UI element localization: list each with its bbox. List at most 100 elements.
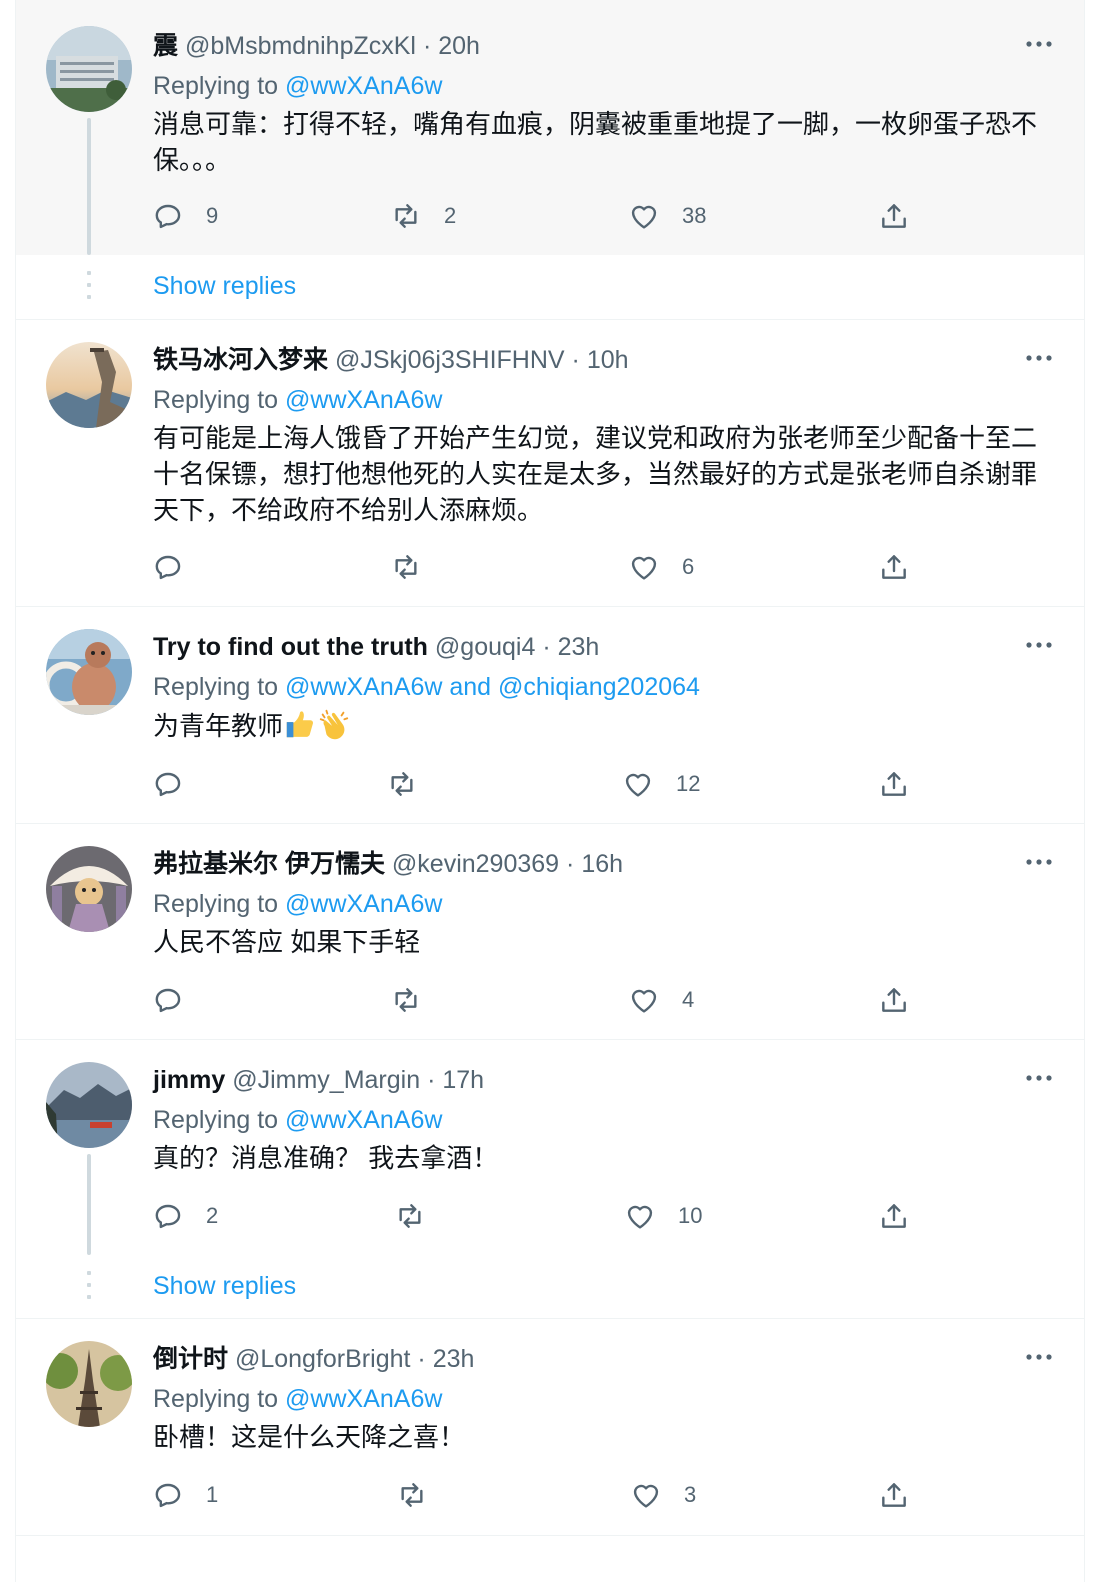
retweet-button[interactable]: 2 — [390, 200, 456, 232]
share-button[interactable] — [878, 200, 910, 232]
separator-dot: · — [571, 346, 580, 374]
tweet-text: 有可能是上海人饿昏了开始产生幻觉，建议党和政府为张老师至少配备十至二十名保镖，想… — [153, 423, 1038, 525]
share-button[interactable] — [878, 768, 910, 800]
more-icon[interactable] — [1024, 635, 1054, 655]
tweet-text: 人民不答应 如果下手轻 — [153, 927, 421, 957]
replying-prefix: Replying to — [153, 1106, 286, 1134]
reply-icon — [155, 772, 181, 797]
reply-feed: 震 @bMsbmdnihpZcxKl · 20h Replying to @ww… — [15, 0, 1085, 1582]
retweet-button[interactable] — [390, 984, 444, 1016]
retweet-button[interactable] — [386, 768, 440, 800]
reply-count: 2 — [206, 1203, 219, 1228]
timestamp[interactable]: 17h — [442, 1066, 484, 1094]
like-count: 38 — [682, 203, 707, 228]
share-button[interactable] — [878, 1200, 910, 1232]
like-button[interactable]: 6 — [628, 551, 694, 583]
retweet-icon — [395, 988, 417, 1012]
timestamp[interactable]: 10h — [587, 346, 629, 374]
avatar[interactable] — [46, 1062, 132, 1148]
show-replies-row[interactable]: Show replies — [16, 255, 1084, 320]
tweet-text: 为青年教师 — [153, 707, 1053, 744]
display-name[interactable]: Try to find out the truth — [153, 633, 428, 661]
replying-to: Replying to @wwXAnA6w — [153, 1104, 442, 1136]
replying-to: Replying to @wwXAnA6w and @chiqiang20206… — [153, 671, 700, 703]
clapping-hands-emoji — [319, 709, 349, 740]
avatar[interactable] — [46, 26, 132, 112]
like-button[interactable]: 3 — [630, 1479, 696, 1511]
more-icon[interactable] — [1024, 348, 1054, 368]
retweet-button[interactable] — [394, 1200, 448, 1232]
more-icon[interactable] — [1024, 34, 1054, 54]
tweet[interactable]: 震 @bMsbmdnihpZcxKl · 20h Replying to @ww… — [16, 0, 1084, 255]
share-button[interactable] — [878, 1479, 910, 1511]
reply-button[interactable] — [152, 551, 206, 583]
replying-prefix: Replying to — [153, 386, 286, 414]
replying-to-link[interactable]: @wwXAnA6w — [285, 1385, 442, 1413]
retweet-button[interactable] — [396, 1479, 450, 1511]
reply-button[interactable]: 1 — [152, 1479, 218, 1511]
timestamp[interactable]: 16h — [581, 850, 623, 878]
like-button[interactable]: 10 — [624, 1200, 702, 1232]
display-name[interactable]: 弗拉基米尔 伊万懦夫 — [153, 850, 385, 878]
user-handle[interactable]: @gouqi4 — [435, 633, 535, 661]
user-handle[interactable]: @JSkj06j3SHIFHNV — [335, 346, 565, 374]
tweet[interactable]: jimmy @Jimmy_Margin · 17h Replying to @w… — [16, 1040, 1084, 1255]
avatar[interactable] — [46, 1341, 132, 1427]
avatar[interactable] — [46, 846, 132, 932]
heart-icon — [633, 1484, 659, 1508]
heart-icon — [631, 556, 657, 580]
user-handle[interactable]: @Jimmy_Margin — [232, 1066, 420, 1094]
avatar[interactable] — [46, 342, 132, 428]
replying-to-link[interactable]: @wwXAnA6w and @chiqiang202064 — [285, 673, 700, 701]
timestamp[interactable]: 20h — [438, 32, 480, 60]
more-icon[interactable] — [1024, 852, 1054, 872]
like-count: 12 — [676, 771, 701, 796]
avatar[interactable] — [46, 629, 132, 715]
share-button[interactable] — [878, 551, 910, 583]
tweet[interactable]: 倒计时 @LongforBright · 23h Replying to @ww… — [16, 1319, 1084, 1536]
timestamp[interactable]: 23h — [558, 633, 600, 661]
like-button[interactable]: 4 — [628, 984, 694, 1016]
user-handle[interactable]: @kevin290369 — [392, 850, 559, 878]
separator-dot: · — [566, 850, 575, 878]
reply-button[interactable]: 9 — [152, 200, 218, 232]
share-button[interactable] — [878, 984, 910, 1016]
tweet-header: 铁马冰河入梦来 @JSkj06j3SHIFHNV · 10h — [153, 344, 629, 376]
like-button[interactable]: 12 — [622, 768, 700, 800]
display-name[interactable]: jimmy — [153, 1066, 225, 1094]
replying-to-link[interactable]: @wwXAnA6w — [285, 1106, 442, 1134]
separator-dot: · — [417, 1345, 426, 1373]
like-button[interactable]: 38 — [628, 200, 706, 232]
display-name[interactable]: 震 — [153, 32, 178, 60]
user-handle[interactable]: @bMsbmdnihpZcxKl — [185, 32, 416, 60]
separator-dot: · — [427, 1066, 436, 1094]
replying-to-link[interactable]: @wwXAnA6w — [285, 386, 442, 414]
tweet-header: jimmy @Jimmy_Margin · 17h — [153, 1064, 484, 1096]
user-handle[interactable]: @LongforBright — [235, 1345, 410, 1373]
more-icon[interactable] — [1024, 1347, 1054, 1367]
show-replies-link[interactable]: Show replies — [153, 270, 296, 302]
tweet[interactable]: Try to find out the truth @gouqi4 · 23h … — [16, 607, 1084, 824]
tweet[interactable]: 弗拉基米尔 伊万懦夫 @kevin290369 · 16h Replying t… — [16, 824, 1084, 1040]
tweet-text-content: 为青年教师 — [153, 711, 284, 741]
replying-to-link[interactable]: @wwXAnA6w — [285, 72, 442, 100]
more-icon[interactable] — [1024, 1068, 1054, 1088]
retweet-icon — [401, 1483, 423, 1507]
replying-to-link[interactable]: @wwXAnA6w — [285, 890, 442, 918]
show-replies-row[interactable]: Show replies — [16, 1255, 1084, 1319]
display-name[interactable]: 铁马冰河入梦来 — [153, 346, 328, 374]
reply-button[interactable] — [152, 984, 206, 1016]
retweet-button[interactable] — [390, 551, 444, 583]
share-icon — [882, 988, 906, 1012]
show-replies-link[interactable]: Show replies — [153, 1270, 296, 1302]
replying-to: Replying to @wwXAnA6w — [153, 1383, 442, 1415]
timestamp[interactable]: 23h — [433, 1345, 475, 1373]
reply-button[interactable]: 2 — [152, 1200, 218, 1232]
reply-icon — [155, 988, 181, 1013]
tweet[interactable]: 铁马冰河入梦来 @JSkj06j3SHIFHNV · 10h Replying … — [16, 320, 1084, 607]
reply-button[interactable] — [152, 768, 206, 800]
reply-count: 1 — [206, 1482, 219, 1507]
like-count: 10 — [678, 1203, 703, 1228]
like-count: 4 — [682, 987, 695, 1012]
display-name[interactable]: 倒计时 — [153, 1345, 228, 1373]
